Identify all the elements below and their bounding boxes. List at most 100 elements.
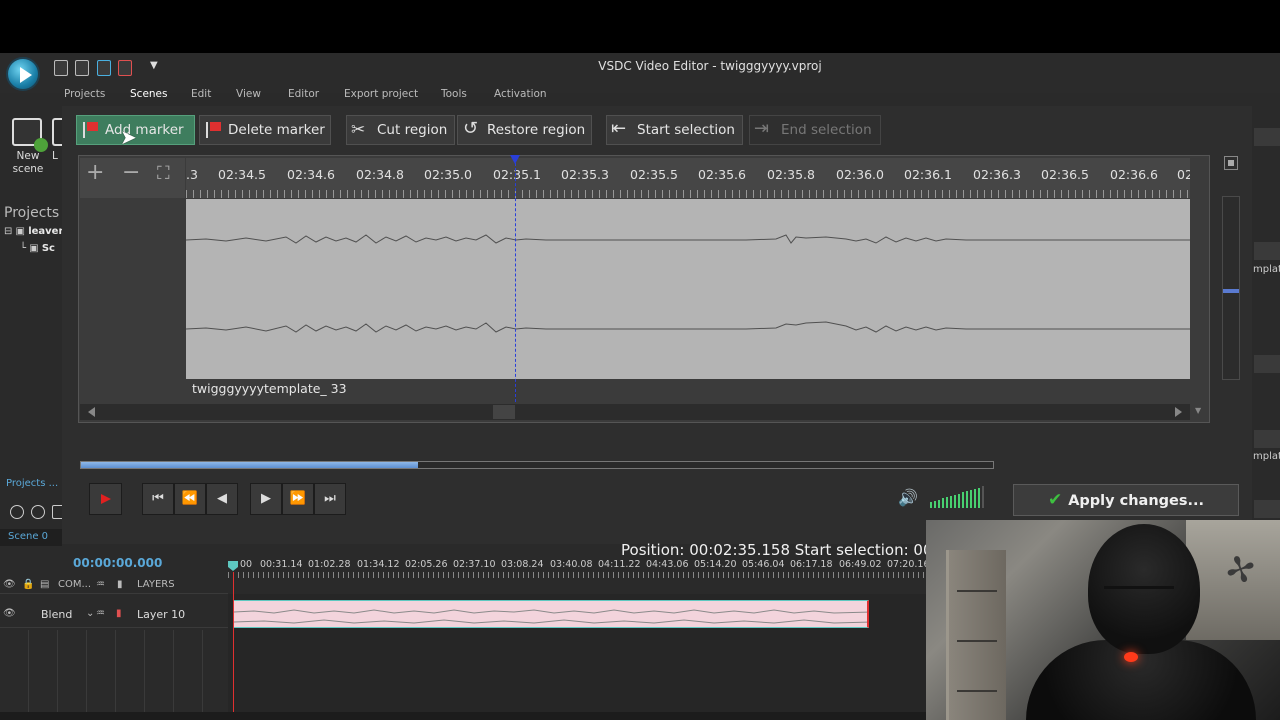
load-scene-label[interactable]: L <box>52 150 58 162</box>
menu-view[interactable]: View <box>236 88 261 100</box>
project-tree-child[interactable]: └ ▣ Sc <box>20 243 55 254</box>
record-button[interactable] <box>89 483 122 515</box>
layers-header: LAYERS <box>137 579 175 590</box>
ruler-label: 02:35.0 <box>424 167 472 182</box>
restore-icon <box>463 115 480 143</box>
waveform-ruler[interactable]: .3 02:34.5 02:34.6 02:34.8 02:35.0 02:35… <box>186 158 1190 198</box>
menu-editor[interactable]: Editor <box>288 88 319 100</box>
ruler-label: 02 <box>1177 167 1190 182</box>
scene-tab[interactable]: Scene 0 <box>0 529 62 546</box>
save-project-icon[interactable] <box>97 60 111 76</box>
cut-region-button[interactable]: Cut region <box>346 115 455 145</box>
layer-audio-icon[interactable]: ♒ <box>96 608 105 619</box>
layers-icon[interactable]: ▤ <box>40 579 49 590</box>
menu-edit[interactable]: Edit <box>191 88 211 100</box>
playhead-marker-icon[interactable] <box>510 155 520 164</box>
webcam-overlay: ✢ <box>926 520 1280 720</box>
apply-changes-button[interactable]: ✔ Apply changes... <box>1013 484 1239 516</box>
menu-tools[interactable]: Tools <box>441 88 467 100</box>
timeline-ruler-label: 05:14.20 <box>694 559 737 570</box>
volume-bar <box>954 494 956 508</box>
rewind-button[interactable]: ⏪ <box>174 483 206 515</box>
menu-scenes[interactable]: Scenes <box>130 88 167 100</box>
right-panel-text: mplat <box>1253 451 1280 462</box>
ruler-label: 02:36.6 <box>1110 167 1158 182</box>
lock-icon[interactable]: 🔒 <box>22 579 34 590</box>
waveform-area[interactable] <box>185 199 1190 379</box>
scroll-left-icon[interactable] <box>88 407 95 417</box>
go-to-end-button[interactable]: ⏭ <box>314 483 346 515</box>
new-scene-icon[interactable] <box>12 118 48 152</box>
fit-icon[interactable]: ⛶ <box>157 165 170 183</box>
delete-marker-button[interactable]: Delete marker <box>199 115 331 145</box>
vertical-scroll-thumb[interactable] <box>1223 289 1239 293</box>
scroll-thumb[interactable] <box>493 405 515 419</box>
volume-icon[interactable]: 🔊 <box>898 488 918 507</box>
horizontal-scrollbar[interactable] <box>80 404 1190 420</box>
layer-visibility-icon[interactable]: 👁 <box>3 608 16 619</box>
audio-icon[interactable]: ♒ <box>96 579 105 590</box>
progress-fill <box>81 462 419 468</box>
restore-region-button[interactable]: Restore region <box>457 115 592 145</box>
load-scene-icon[interactable] <box>52 118 62 146</box>
new-scene-label[interactable]: New scene <box>10 150 46 176</box>
menu-projects[interactable]: Projects <box>64 88 105 100</box>
vertical-scrollbar[interactable] <box>1222 196 1240 380</box>
bottom-strip <box>0 712 926 720</box>
waveform-channel-1 <box>185 234 1190 244</box>
start-selection-button[interactable]: Start selection <box>606 115 743 145</box>
new-project-icon[interactable] <box>54 60 68 76</box>
add-icon[interactable] <box>10 505 24 519</box>
zoom-in-icon[interactable]: + <box>86 162 104 184</box>
track-icon[interactable]: ▮ <box>117 579 123 590</box>
timeline-ruler[interactable]: 00 00:31.14 01:02.28 01:34.12 02:05.26 0… <box>228 558 926 578</box>
volume-bar <box>970 490 972 508</box>
export-icon[interactable] <box>118 60 132 76</box>
blend-dropdown-icon[interactable]: ⌄ <box>86 608 94 619</box>
timeline-gutter-grid <box>0 630 228 714</box>
volume-bar <box>966 491 968 508</box>
go-to-start-button[interactable]: ⏮ <box>142 483 174 515</box>
volume-slider[interactable] <box>930 486 986 508</box>
scroll-down-icon[interactable]: ▼ <box>1195 406 1201 415</box>
step-back-button[interactable]: ◀ <box>206 483 238 515</box>
scroll-right-icon[interactable] <box>1175 407 1182 417</box>
projects-tab[interactable]: Projects ... <box>0 478 62 494</box>
timeline-ruler-label: 01:34.12 <box>357 559 400 570</box>
timeline-ruler-label: 02:05.26 <box>405 559 448 570</box>
menu-bar: Projects Scenes Edit View Editor Export … <box>60 88 660 102</box>
volume-bar <box>934 500 936 508</box>
timeline-ruler-label: 00:31.14 <box>260 559 303 570</box>
volume-bar <box>982 486 984 508</box>
project-tree-root[interactable]: ⊟ ▣ leaver <box>4 226 63 237</box>
volume-bar <box>958 493 960 508</box>
visibility-icon[interactable]: 👁 <box>3 579 16 590</box>
timeline-audio-clip[interactable] <box>233 600 869 628</box>
layer-name[interactable]: Layer 10 <box>137 608 185 621</box>
clip-name: twigggyyyytemplate_ 33 <box>192 381 347 396</box>
start-selection-label: Start selection <box>637 122 735 138</box>
ruler-label: 02:35.8 <box>767 167 815 182</box>
ruler-label: 02:35.3 <box>561 167 609 182</box>
blend-mode-select[interactable]: Blend <box>41 608 72 621</box>
volume-bar <box>938 499 940 508</box>
timeline-layer-row[interactable] <box>0 600 228 628</box>
panel-toggle-icon[interactable] <box>1224 156 1238 170</box>
timeline-ruler-label: 03:40.08 <box>550 559 593 570</box>
fast-forward-button[interactable]: ⏩ <box>282 483 314 515</box>
zoom-out-icon[interactable]: − <box>122 162 140 184</box>
end-selection-button[interactable]: End selection <box>749 115 881 145</box>
remove-icon[interactable] <box>31 505 45 519</box>
menu-export-project[interactable]: Export project <box>344 88 418 100</box>
preview-progress-bar[interactable] <box>80 461 994 469</box>
menu-activation[interactable]: Activation <box>494 88 547 100</box>
quick-access-dropdown-icon[interactable]: ▼ <box>150 60 158 71</box>
vsdc-logo-icon[interactable] <box>6 57 40 91</box>
timeline-time-display: 00:00:00.000 <box>73 556 163 570</box>
ruler-label: .3 <box>186 167 198 182</box>
tree-child-label: Sc <box>41 243 55 254</box>
play-button[interactable]: ▶ <box>250 483 282 515</box>
waveform-playhead[interactable] <box>515 158 516 402</box>
right-panel-block <box>1254 500 1280 518</box>
open-project-icon[interactable] <box>75 60 89 76</box>
